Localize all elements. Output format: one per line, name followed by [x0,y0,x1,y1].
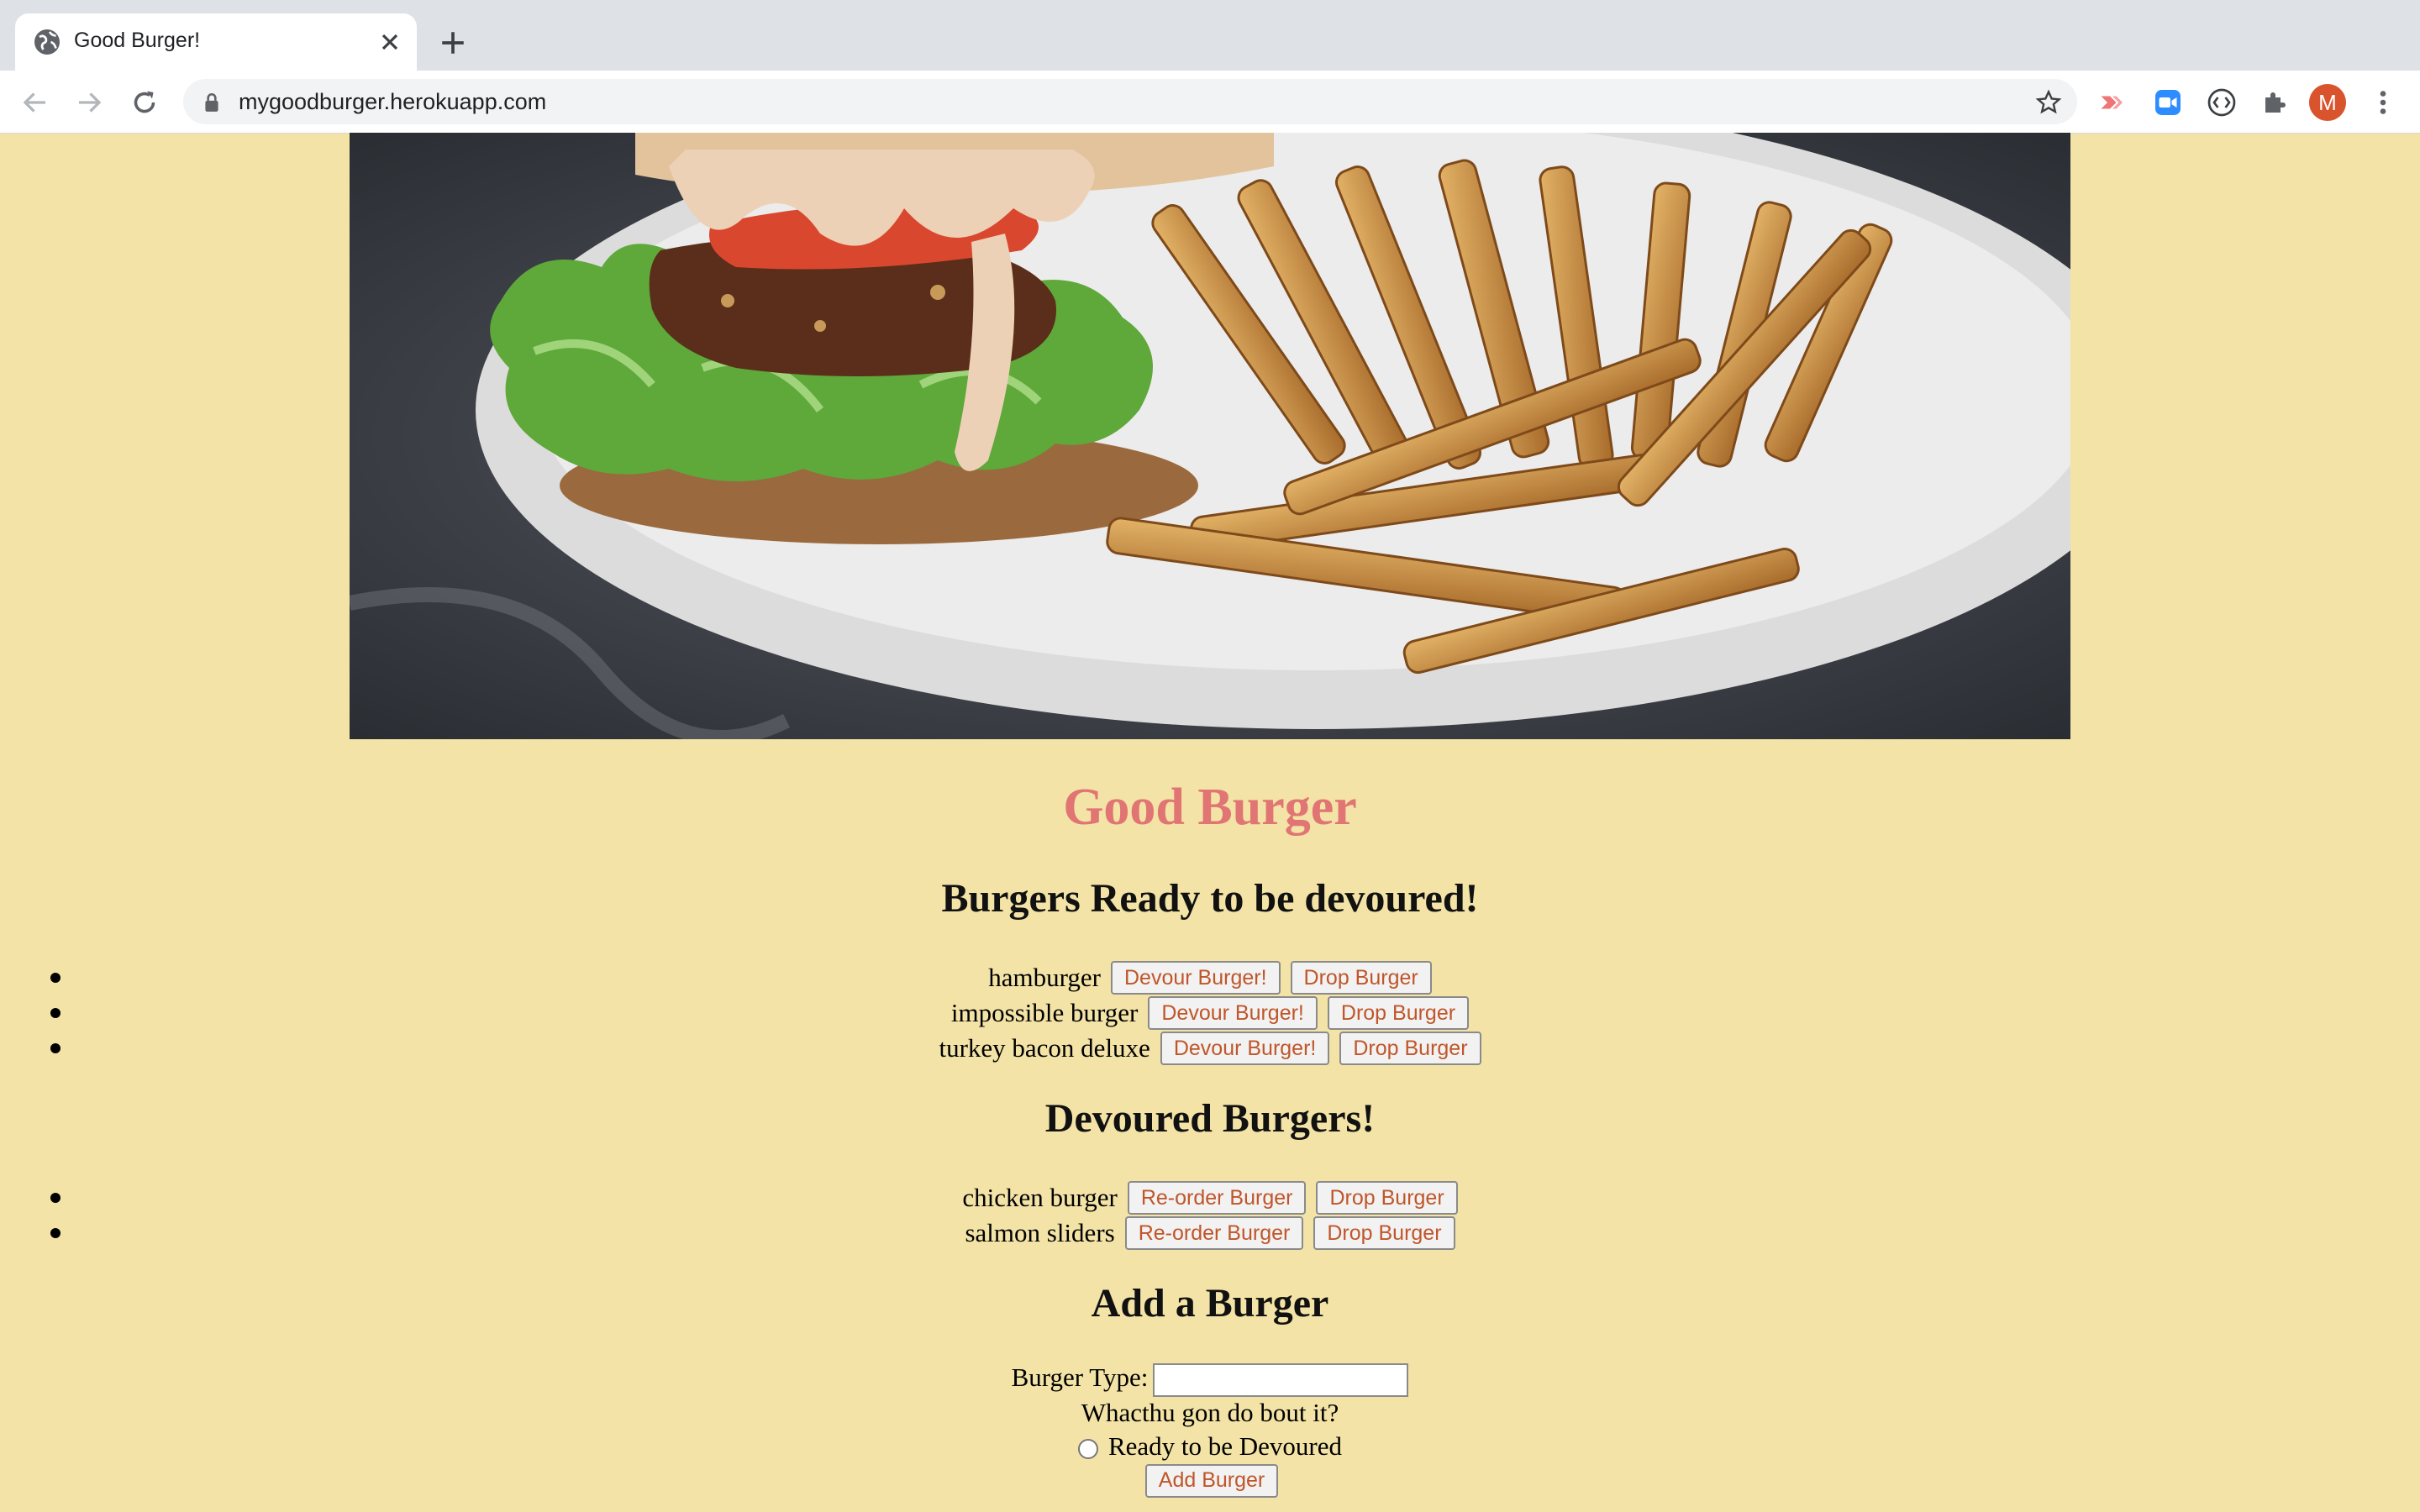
drop-button[interactable]: Drop Burger [1316,1181,1458,1215]
add-heading: Add a Burger [1091,1281,1329,1326]
drop-button[interactable]: Drop Burger [1339,1032,1481,1065]
forward-arrow-icon[interactable] [74,87,104,118]
burger-type-label: Burger Type: [1011,1362,1149,1392]
tab-strip: Good Burger! [0,0,2420,71]
list-item: chicken burger Re-order Burger Drop Burg… [0,1181,2420,1215]
plus-icon[interactable] [439,29,467,57]
code-extension-icon[interactable] [2207,87,2237,118]
list-item: impossible burger Devour Burger! Drop Bu… [0,996,2420,1030]
tab-title: Good Burger! [74,29,201,52]
bullet [50,1008,60,1018]
question-label: Whacthu gon do bout it? [1081,1398,1339,1427]
url-text: mygoodburger.herokuapp.com [239,89,547,114]
radio-label: Ready to be Devoured [1107,1431,1343,1461]
list-item: turkey bacon deluxe Devour Burger! Drop … [0,1032,2420,1065]
star-icon[interactable] [2035,89,2062,116]
reorder-button[interactable]: Re-order Burger [1127,1181,1307,1215]
add-burger-button[interactable]: Add Burger [1144,1463,1279,1498]
bullet [50,1193,60,1203]
burger-type-row: Burger Type: [0,1362,2420,1397]
zoom-extension-icon[interactable] [2153,87,2183,118]
reload-icon[interactable] [129,87,160,118]
close-icon[interactable] [376,29,403,55]
burger-type-input[interactable] [1153,1362,1409,1397]
lock-icon [205,92,218,112]
burger-name: hamburger [988,963,1101,992]
address-bar[interactable]: mygoodburger.herokuapp.com [183,79,2077,124]
more-vert-icon[interactable] [2368,87,2398,118]
devoured-heading: Devoured Burgers! [1044,1096,1376,1141]
submit-row: Add Burger [0,1463,2420,1498]
browser-tab[interactable]: Good Burger! [15,13,417,71]
devoured-radio[interactable] [1077,1438,1098,1459]
bullet [50,1043,60,1053]
drop-button[interactable]: Drop Burger [1290,961,1432,995]
page-title: Good Burger [1063,779,1357,836]
burger-name: turkey bacon deluxe [939,1033,1150,1063]
hero-image [350,133,2070,739]
bullet [50,1228,60,1238]
radio-row: Ready to be Devoured [0,1431,2420,1462]
puzzle-icon[interactable] [2260,87,2291,118]
burger-name: impossible burger [950,998,1139,1027]
burger-name: chicken burger [962,1183,1118,1212]
globe-icon [34,29,60,55]
bullet [50,973,60,983]
burger-name: salmon sliders [965,1218,1115,1247]
devour-button[interactable]: Devour Burger! [1111,961,1281,995]
avatar[interactable]: M [2309,84,2346,121]
back-arrow-icon[interactable] [20,87,50,118]
devour-button[interactable]: Devour Burger! [1148,996,1318,1030]
video-extension-icon[interactable] [2097,87,2128,118]
reorder-button[interactable]: Re-order Burger [1124,1216,1304,1250]
list-item: salmon sliders Re-order Burger Drop Burg… [0,1216,2420,1250]
devour-button[interactable]: Devour Burger! [1160,1032,1330,1065]
list-item: hamburger Devour Burger! Drop Burger [0,961,2420,995]
ready-heading: Burgers Ready to be devoured! [941,876,1479,921]
browser-toolbar: mygoodburger.herokuapp.com M [0,71,2420,134]
drop-button[interactable]: Drop Burger [1327,996,1470,1030]
drop-button[interactable]: Drop Burger [1313,1216,1455,1250]
